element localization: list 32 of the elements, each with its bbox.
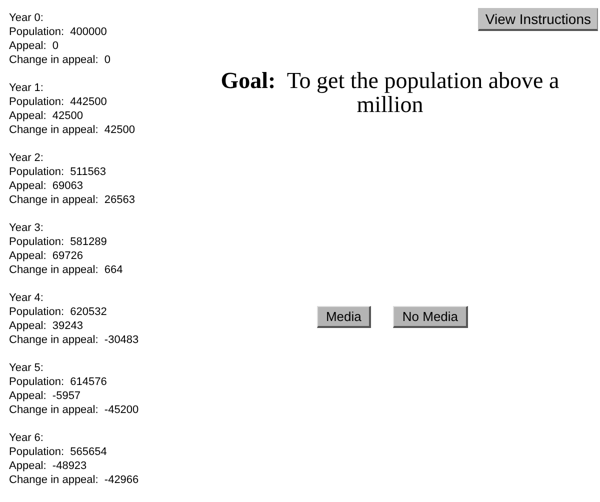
population-text: Population: 442500 <box>9 95 108 109</box>
year-heading: Year 5: <box>9 361 44 375</box>
year-heading: Year 0: <box>9 11 44 25</box>
change-text: Change in appeal: 664 <box>9 263 124 277</box>
appeal-text: Appeal: 42500 <box>9 109 84 123</box>
change-text: Change in appeal: -45200 <box>9 403 140 417</box>
population-text: Population: 620532 <box>9 305 108 319</box>
appeal-text: Appeal: 69726 <box>9 249 84 263</box>
goal-text: Goal: To get the population above a million <box>220 69 560 117</box>
change-text: Change in appeal: 0 <box>9 53 112 67</box>
year-heading: Year 2: <box>9 151 44 165</box>
year-heading: Year 1: <box>9 81 44 95</box>
population-text: Population: 565654 <box>9 445 108 459</box>
population-text: Population: 400000 <box>9 25 108 39</box>
choice-button[interactable]: No Media <box>393 306 468 328</box>
view-instructions-button[interactable]: View Instructions <box>478 8 598 31</box>
population-text: Population: 614576 <box>9 375 108 389</box>
year-heading: Year 3: <box>9 221 44 235</box>
population-text: Population: 581289 <box>9 235 108 249</box>
change-text: Change in appeal: -30483 <box>9 333 140 347</box>
change-text: Change in appeal: -42966 <box>9 473 140 487</box>
appeal-text: Appeal: 39243 <box>9 319 84 333</box>
year-heading: Year 4: <box>9 291 44 305</box>
population-text: Population: 511563 <box>9 165 108 179</box>
appeal-text: Appeal: -5957 <box>9 389 82 403</box>
choice-button[interactable]: Media <box>316 306 372 328</box>
appeal-text: Appeal: -48923 <box>9 459 88 473</box>
change-text: Change in appeal: 26563 <box>9 193 136 207</box>
year-heading: Year 6: <box>9 431 44 445</box>
change-text: Change in appeal: 42500 <box>9 123 136 137</box>
appeal-text: Appeal: 69063 <box>9 179 84 193</box>
appeal-text: Appeal: 0 <box>9 39 60 53</box>
